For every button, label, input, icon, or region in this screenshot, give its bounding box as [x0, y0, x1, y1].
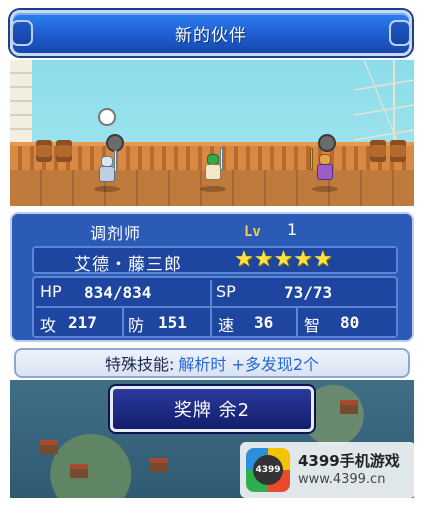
title-bar: 新的伙伴	[10, 10, 412, 56]
house-icon	[150, 458, 168, 472]
intellect-value: 80	[340, 313, 360, 332]
hp-value: 834/834	[84, 283, 152, 302]
attack-label: 攻	[40, 316, 57, 335]
name-row: 艾德・藤三郎 ★★★★★	[32, 246, 398, 275]
special-skill-bar: 特殊技能: 解析时 +多发现2个	[14, 348, 410, 378]
barrel-icon	[56, 140, 72, 162]
level-value: 1	[287, 220, 298, 239]
house-icon	[340, 400, 358, 414]
star-rating: ★★★★★	[234, 248, 333, 272]
speed-label: 速	[218, 316, 235, 335]
hp-label: HP	[40, 282, 62, 301]
watermark-url: www.4399.cn	[298, 472, 386, 487]
watermark: 4399 4399手机游戏 www.4399.cn	[240, 442, 416, 498]
ranger-sprite	[202, 148, 224, 184]
unit-shadow	[200, 186, 226, 192]
ship-deck-scene	[10, 60, 414, 206]
medal-button-label: 奖牌 余2	[173, 400, 251, 421]
special-skill: 特殊技能: 解析时 +多发现2个	[16, 350, 408, 376]
attack-value: 217	[68, 313, 97, 332]
character-info-panel: 调剂师 Lv 1 艾德・藤三郎 ★★★★★ HP 834/834 SP 73/7…	[10, 212, 414, 342]
defense-value: 151	[158, 313, 187, 332]
barrel-icon	[390, 140, 406, 162]
level-label: Lv	[244, 224, 261, 240]
screen-title: 新的伙伴	[175, 25, 247, 46]
stats-divider	[210, 280, 212, 336]
thought-bubble-icon	[98, 108, 116, 126]
unit-shadow	[312, 186, 338, 192]
speech-bubble-icon	[318, 134, 336, 152]
defense-label: 防	[128, 316, 145, 335]
unit-shadow	[94, 186, 120, 192]
job-title: 调剂师	[90, 224, 142, 243]
house-icon	[70, 464, 88, 478]
intellect-label: 智	[304, 316, 321, 335]
game-screen: 新的伙伴 调剂师 Lv 1 艾德・藤三郎 ★★★★★ HP 834/834 SP…	[0, 0, 422, 506]
4399-logo-icon: 4399	[246, 448, 290, 492]
stats-box: HP 834/834 SP 73/73 攻 217 防 151 速 36 智 8…	[32, 276, 398, 338]
house-icon	[40, 440, 58, 454]
character-name: 艾德・藤三郎	[74, 255, 182, 275]
skill-label: 特殊技能:	[104, 355, 175, 374]
stats-divider	[36, 306, 396, 308]
stats-divider	[296, 308, 298, 336]
medal-button[interactable]: 奖牌 余2	[110, 386, 314, 432]
watermark-title: 4399手机游戏	[298, 452, 400, 470]
sp-value: 73/73	[284, 283, 333, 302]
knight-sprite	[96, 150, 118, 186]
stats-divider	[122, 308, 124, 336]
star-icon: ★★★★★	[234, 247, 333, 272]
alchemist-sprite	[310, 148, 336, 184]
barrel-icon	[370, 140, 386, 162]
job-row: 调剂师 Lv 1	[12, 218, 412, 244]
barrel-icon	[36, 140, 52, 162]
skill-value: 解析时 +多发现2个	[178, 355, 320, 374]
logo-text: 4399	[253, 455, 283, 485]
speed-value: 36	[254, 313, 274, 332]
sp-label: SP	[216, 282, 236, 301]
